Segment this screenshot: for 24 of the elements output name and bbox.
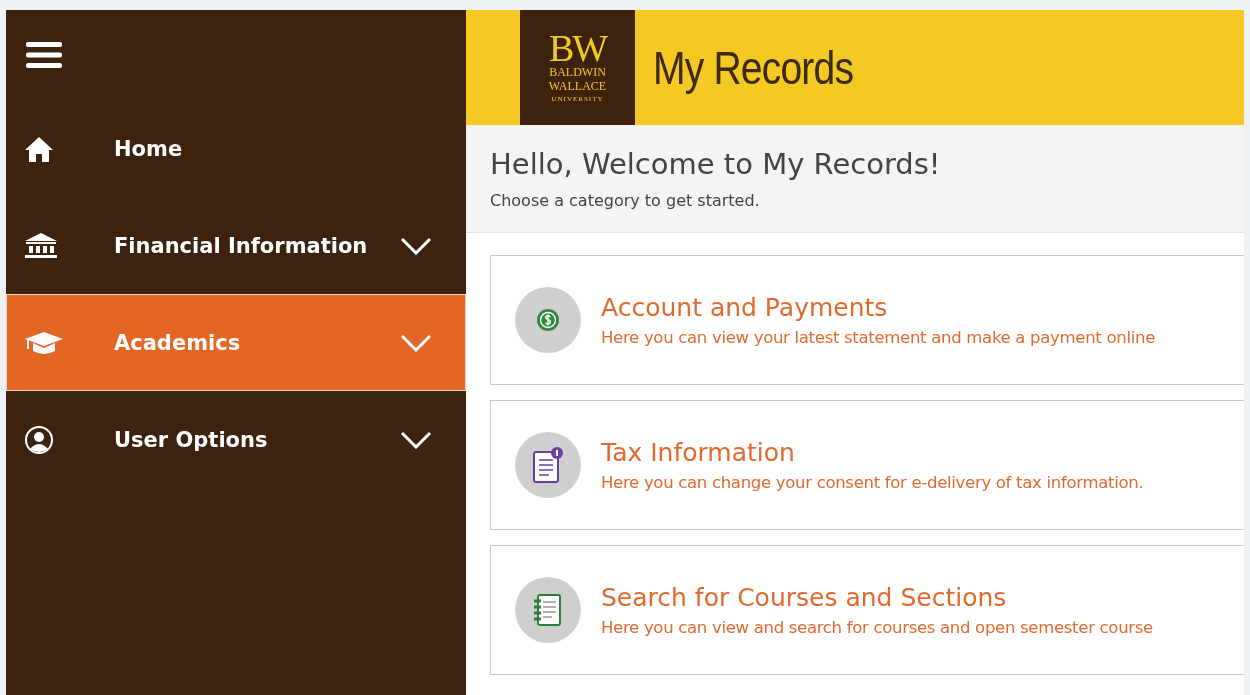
category-card[interactable]: Tax Information Here you can change your consent for e-delivery of tax information.: [490, 400, 1244, 530]
sidebar-item[interactable]: Financial Information: [6, 197, 466, 294]
welcome-heading: Hello, Welcome to My Records!: [490, 147, 942, 181]
sidebar-item[interactable]: User Options: [6, 391, 466, 488]
user-icon: [24, 424, 54, 455]
category-card[interactable]: Account and Payments Here you can view your latest statement and make a payment online: [490, 255, 1244, 385]
card-title: Search for Courses and Sections: [601, 583, 1008, 612]
card-description: Here you can change your consent for e-delivery of tax information.: [601, 473, 1144, 492]
card-title: Account and Payments: [601, 293, 889, 322]
dollar-coin-icon: [536, 308, 560, 332]
notebook-icon: [532, 593, 564, 627]
welcome-subheading: Choose a category to get started.: [490, 191, 761, 210]
sidebar-item[interactable]: Home: [6, 100, 466, 197]
card-description: Here you can view your latest statement and make a payment online: [601, 328, 1155, 347]
bank-icon: [24, 231, 58, 260]
card-description: Here you can view and search for courses and open semester course: [601, 618, 1153, 637]
menu-icon: [26, 41, 62, 69]
sidebar-item[interactable]: Academics: [6, 294, 466, 391]
page-title: My Records: [653, 40, 854, 95]
home-icon: [24, 134, 54, 163]
document-icon: [531, 446, 565, 484]
card-title: Tax Information: [601, 438, 796, 467]
category-card[interactable]: Search for Courses and Sections Here you can view and search for courses and open semester course: [490, 545, 1244, 675]
graduation-cap-icon: [24, 329, 64, 356]
